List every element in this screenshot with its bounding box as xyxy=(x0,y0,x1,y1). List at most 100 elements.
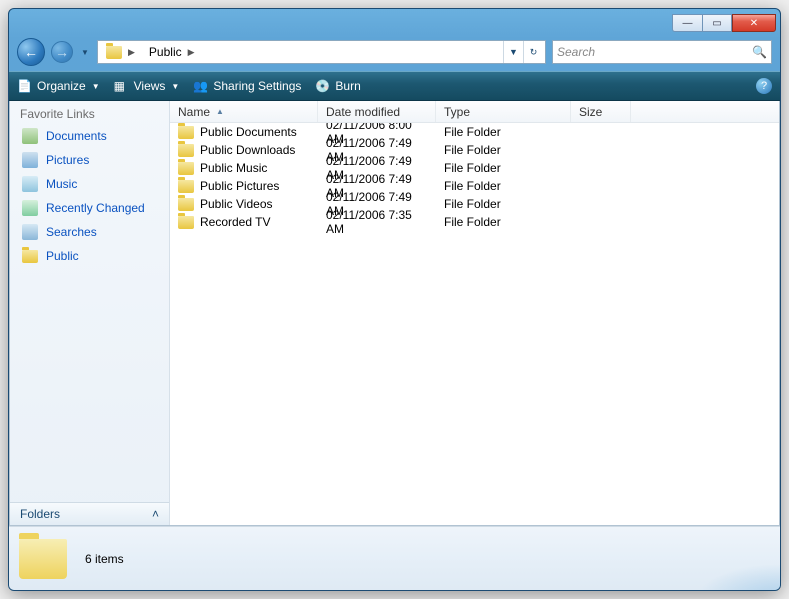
minimize-button[interactable]: — xyxy=(672,14,702,32)
file-name: Public Pictures xyxy=(200,179,279,193)
sidebar-item-searches[interactable]: Searches xyxy=(16,221,163,243)
folder-icon xyxy=(22,250,38,263)
refresh-button[interactable]: ↻ xyxy=(523,41,543,63)
arrow-right-icon: → xyxy=(55,44,69,60)
sidebar-item-label: Recently Changed xyxy=(46,201,145,215)
sharing-button[interactable]: 👥 Sharing Settings xyxy=(193,79,301,93)
file-type: File Folder xyxy=(444,215,501,229)
decorative-swoosh xyxy=(580,526,780,590)
column-header-size[interactable]: Size xyxy=(571,101,631,122)
file-type: File Folder xyxy=(444,125,501,139)
folder-icon xyxy=(19,539,67,579)
explorer-window: — ▭ ✕ ← → ▼ ▶ Public ▶ ▼ ↻ xyxy=(8,8,781,591)
nav-history-dropdown[interactable]: ▼ xyxy=(79,44,91,60)
organize-label: Organize xyxy=(37,79,86,93)
folder-icon xyxy=(178,144,194,157)
search-input[interactable]: Search 🔍 xyxy=(552,40,772,64)
file-name: Public Videos xyxy=(200,197,273,211)
details-pane: 6 items xyxy=(9,526,780,590)
sharing-label: Sharing Settings xyxy=(213,79,301,93)
file-row[interactable]: Public Music02/11/2006 7:49 AMFile Folde… xyxy=(170,159,779,177)
burn-icon: 💿 xyxy=(315,79,329,93)
file-row[interactable]: Public Pictures02/11/2006 7:49 AMFile Fo… xyxy=(170,177,779,195)
folders-pane-toggle[interactable]: Folders ˄ xyxy=(10,502,169,525)
views-icon: ▦ xyxy=(114,79,128,93)
folder-icon xyxy=(178,216,194,229)
file-list: Public Documents02/11/2006 8:00 AMFile F… xyxy=(170,123,779,525)
chevron-down-icon: ▼ xyxy=(92,82,100,91)
pictures-icon xyxy=(22,152,38,168)
sidebar-item-label: Music xyxy=(46,177,77,191)
column-label: Size xyxy=(579,105,602,119)
burn-button[interactable]: 💿 Burn xyxy=(315,79,360,93)
column-header-date[interactable]: Date modified xyxy=(318,101,436,122)
file-name: Public Music xyxy=(200,161,267,175)
column-headers: Name ▲ Date modified Type Size xyxy=(170,101,779,123)
file-type: File Folder xyxy=(444,179,501,193)
folder-icon xyxy=(178,162,194,175)
column-header-name[interactable]: Name ▲ xyxy=(170,101,318,122)
organize-icon: 📄 xyxy=(17,79,31,93)
folder-icon xyxy=(178,180,194,193)
client-area: Favorite Links Documents Pictures Music … xyxy=(9,101,780,526)
window-controls: — ▭ ✕ xyxy=(672,14,776,32)
search-placeholder: Search xyxy=(557,45,595,59)
forward-button[interactable]: → xyxy=(51,41,73,63)
sidebar-item-pictures[interactable]: Pictures xyxy=(16,149,163,171)
folder-icon xyxy=(178,198,194,211)
column-label: Type xyxy=(444,105,470,119)
folders-label: Folders xyxy=(20,507,60,521)
organize-menu[interactable]: 📄 Organize ▼ xyxy=(17,79,100,93)
sidebar-item-recently-changed[interactable]: Recently Changed xyxy=(16,197,163,219)
close-button[interactable]: ✕ xyxy=(732,14,776,32)
command-bar: 📄 Organize ▼ ▦ Views ▼ 👥 Sharing Setting… xyxy=(9,71,780,101)
burn-label: Burn xyxy=(335,79,360,93)
recent-icon xyxy=(22,200,38,216)
sidebar-item-label: Pictures xyxy=(46,153,89,167)
documents-icon xyxy=(22,128,38,144)
file-type: File Folder xyxy=(444,143,501,157)
column-header-type[interactable]: Type xyxy=(436,101,571,122)
file-row[interactable]: Public Documents02/11/2006 8:00 AMFile F… xyxy=(170,123,779,141)
chevron-right-icon: ▶ xyxy=(186,47,197,58)
maximize-button[interactable]: ▭ xyxy=(702,14,732,32)
titlebar: — ▭ ✕ xyxy=(9,9,780,37)
content-pane: Name ▲ Date modified Type Size Public Do… xyxy=(170,101,779,525)
details-summary: 6 items xyxy=(85,552,124,566)
file-type: File Folder xyxy=(444,197,501,211)
address-bar: ← → ▼ ▶ Public ▶ ▼ ↻ Search 🔍 xyxy=(9,37,780,71)
file-row[interactable]: Public Videos02/11/2006 7:49 AMFile Fold… xyxy=(170,195,779,213)
folder-icon xyxy=(178,126,194,139)
breadcrumb-dropdown[interactable]: ▼ xyxy=(503,41,523,63)
music-icon xyxy=(22,176,38,192)
help-button[interactable]: ? xyxy=(756,78,772,94)
back-button[interactable]: ← xyxy=(17,38,45,66)
sidebar-item-documents[interactable]: Documents xyxy=(16,125,163,147)
file-name: Recorded TV xyxy=(200,215,270,229)
breadcrumb-segment-public[interactable]: Public ▶ xyxy=(143,41,203,63)
sidebar-item-label: Documents xyxy=(46,129,107,143)
file-date: 02/11/2006 7:35 AM xyxy=(326,208,428,236)
sidebar-item-label: Public xyxy=(46,249,79,263)
favorites-list: Documents Pictures Music Recently Change… xyxy=(10,125,169,267)
file-row[interactable]: Recorded TV02/11/2006 7:35 AMFile Folder xyxy=(170,213,779,231)
sidebar-item-label: Searches xyxy=(46,225,97,239)
arrow-left-icon: ← xyxy=(24,44,38,60)
sort-asc-icon: ▲ xyxy=(216,107,224,116)
column-label: Name xyxy=(178,105,210,119)
sidebar-item-public[interactable]: Public xyxy=(16,245,163,267)
chevron-right-icon: ▶ xyxy=(126,47,137,58)
sidebar-item-music[interactable]: Music xyxy=(16,173,163,195)
column-label: Date modified xyxy=(326,105,400,119)
breadcrumb[interactable]: ▶ Public ▶ ▼ ↻ xyxy=(97,40,546,64)
chevron-down-icon: ▼ xyxy=(171,82,179,91)
breadcrumb-label: Public xyxy=(149,45,182,59)
favorites-heading: Favorite Links xyxy=(10,101,169,125)
file-type: File Folder xyxy=(444,161,501,175)
folder-icon xyxy=(106,46,122,59)
views-menu[interactable]: ▦ Views ▼ xyxy=(114,79,180,93)
file-name: Public Documents xyxy=(200,125,297,139)
file-row[interactable]: Public Downloads02/11/2006 7:49 AMFile F… xyxy=(170,141,779,159)
breadcrumb-root[interactable]: ▶ xyxy=(100,41,143,63)
file-name: Public Downloads xyxy=(200,143,295,157)
